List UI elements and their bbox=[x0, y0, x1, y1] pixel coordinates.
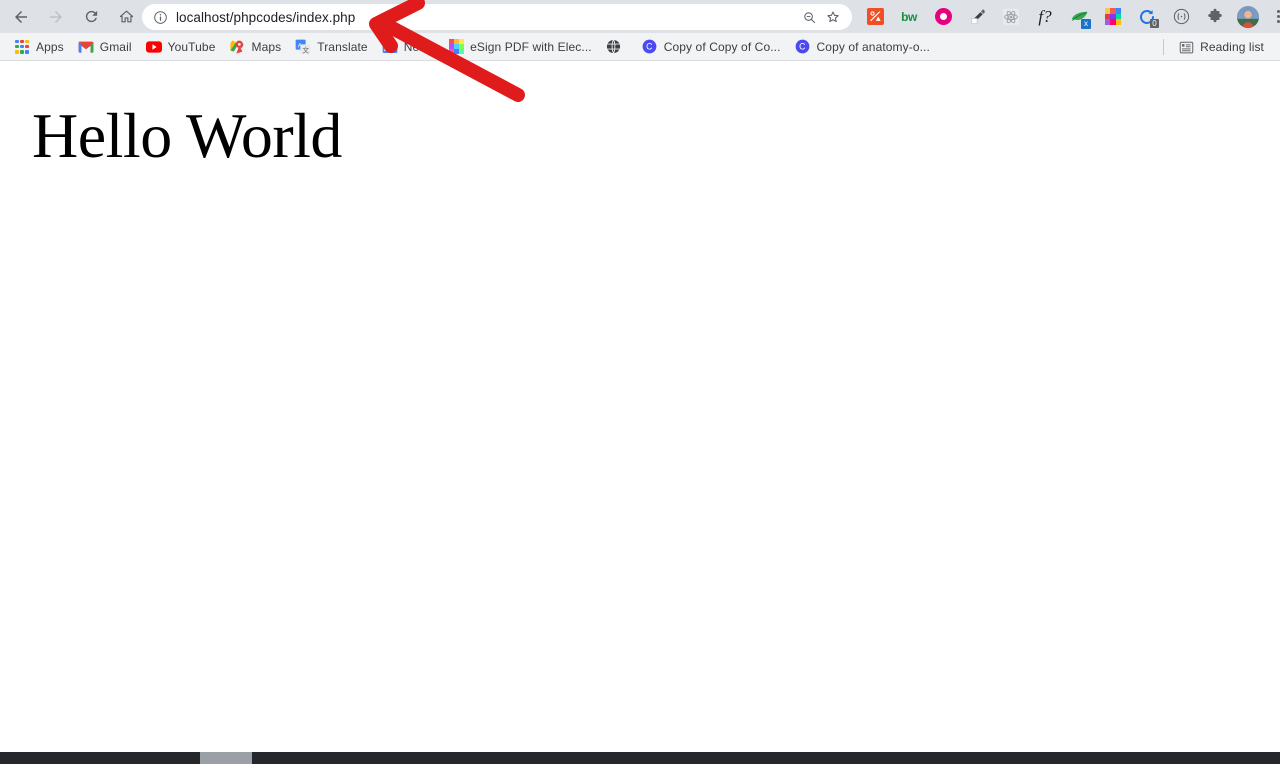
bookmark-label: Translate bbox=[317, 39, 368, 54]
smiley-bracket-icon[interactable] bbox=[1170, 6, 1192, 28]
page-content: Hello World bbox=[0, 61, 1280, 752]
bookmark-label: Gmail bbox=[99, 39, 132, 54]
reading-list-icon bbox=[1178, 39, 1194, 55]
bookmark-globe[interactable] bbox=[600, 36, 634, 58]
zoom-magnifier-icon[interactable] bbox=[797, 5, 821, 29]
google-news-icon bbox=[382, 39, 398, 55]
browser-window: localhost/phpcodes/index.php bw f? x 0 A… bbox=[0, 0, 1280, 764]
svg-text:C: C bbox=[799, 42, 805, 52]
reading-list-area: Reading list bbox=[1157, 33, 1280, 61]
back-arrow-icon bbox=[15, 10, 27, 23]
bookmark-apps[interactable]: Apps bbox=[8, 36, 70, 58]
google-maps-icon bbox=[229, 39, 245, 55]
bookmark-label: Apps bbox=[36, 39, 64, 54]
react-devtools-icon[interactable] bbox=[1000, 6, 1022, 28]
bookmark-news[interactable]: News bbox=[376, 36, 440, 58]
page-heading: Hello World bbox=[32, 100, 342, 171]
fontanello-icon[interactable]: f? bbox=[1034, 6, 1056, 28]
bookmark-label: YouTube bbox=[167, 39, 216, 54]
leaf-excel-icon[interactable]: x bbox=[1068, 6, 1091, 29]
home-button[interactable] bbox=[112, 3, 140, 31]
rainbow-grid-icon[interactable] bbox=[1102, 6, 1124, 28]
address-bar[interactable]: localhost/phpcodes/index.php bbox=[142, 4, 852, 30]
bookmarks-separator bbox=[1163, 39, 1165, 55]
taskbar-active-item[interactable] bbox=[200, 752, 252, 764]
bookmark-translate[interactable]: A 文 Translate bbox=[289, 36, 373, 58]
bw-icon[interactable]: bw bbox=[898, 6, 920, 28]
reload-icon bbox=[85, 10, 97, 23]
bookmarks-bar: Apps Gmail YouTube Maps A 文 Translate Ne… bbox=[0, 33, 1280, 61]
puzzle-extensions-icon[interactable] bbox=[1204, 6, 1226, 28]
google-translate-icon: A 文 bbox=[295, 39, 311, 55]
bookmark-label: News bbox=[403, 39, 435, 54]
bookmark-label: Copy of Copy of Co... bbox=[663, 39, 781, 54]
taskbar-edge bbox=[0, 752, 1280, 764]
percent-triangle-icon[interactable] bbox=[864, 6, 886, 28]
reading-list-label: Reading list bbox=[1200, 40, 1264, 54]
forward-arrow-icon bbox=[50, 10, 62, 23]
forward-button[interactable] bbox=[42, 3, 70, 31]
bookmark-esign-pdf[interactable]: eSign PDF with Elec... bbox=[442, 36, 598, 58]
bookmark-copy-of-anatomy-o[interactable]: C Copy of anatomy-o... bbox=[789, 36, 936, 58]
classroom-c-icon: C bbox=[795, 39, 811, 55]
gmail-icon bbox=[78, 39, 94, 55]
svg-text:文: 文 bbox=[303, 45, 310, 54]
svg-text:C: C bbox=[646, 42, 652, 52]
apps-grid-icon bbox=[14, 39, 30, 55]
globe-icon bbox=[606, 39, 622, 55]
reload-button[interactable] bbox=[77, 3, 105, 31]
blue-refresh-icon[interactable]: 0 bbox=[1136, 6, 1159, 28]
bookmark-label: Maps bbox=[251, 39, 282, 54]
classroom-c-icon: C bbox=[642, 39, 658, 55]
youtube-icon bbox=[145, 39, 162, 55]
browser-toolbar: localhost/phpcodes/index.php bw f? x 0 bbox=[0, 0, 1280, 33]
refresh-badge-count: 0 bbox=[1150, 18, 1159, 28]
back-button[interactable] bbox=[7, 3, 35, 31]
bookmark-star-icon[interactable] bbox=[821, 5, 845, 29]
bookmark-label: eSign PDF with Elec... bbox=[470, 39, 592, 54]
extensions-strip: bw f? x 0 bbox=[858, 0, 1280, 33]
home-icon bbox=[119, 10, 133, 23]
pink-eye-icon[interactable] bbox=[932, 6, 954, 28]
bookmark-youtube[interactable]: YouTube bbox=[140, 36, 222, 58]
three-dot-menu-icon[interactable] bbox=[1268, 6, 1280, 28]
info-circle-icon[interactable] bbox=[151, 8, 169, 26]
bookmark-label: Copy of anatomy-o... bbox=[816, 39, 930, 54]
esign-pdf-icon bbox=[448, 39, 464, 55]
bookmark-copy-of-copy-of-co[interactable]: C Copy of Copy of Co... bbox=[636, 36, 787, 58]
reading-list-button[interactable]: Reading list bbox=[1172, 36, 1270, 58]
excel-badge: x bbox=[1081, 18, 1091, 29]
eyedropper-icon[interactable] bbox=[966, 6, 988, 28]
address-bar-url[interactable]: localhost/phpcodes/index.php bbox=[176, 10, 797, 25]
bookmark-maps[interactable]: Maps bbox=[223, 36, 287, 58]
bookmark-gmail[interactable]: Gmail bbox=[72, 36, 138, 58]
profile-avatar[interactable] bbox=[1237, 5, 1259, 28]
